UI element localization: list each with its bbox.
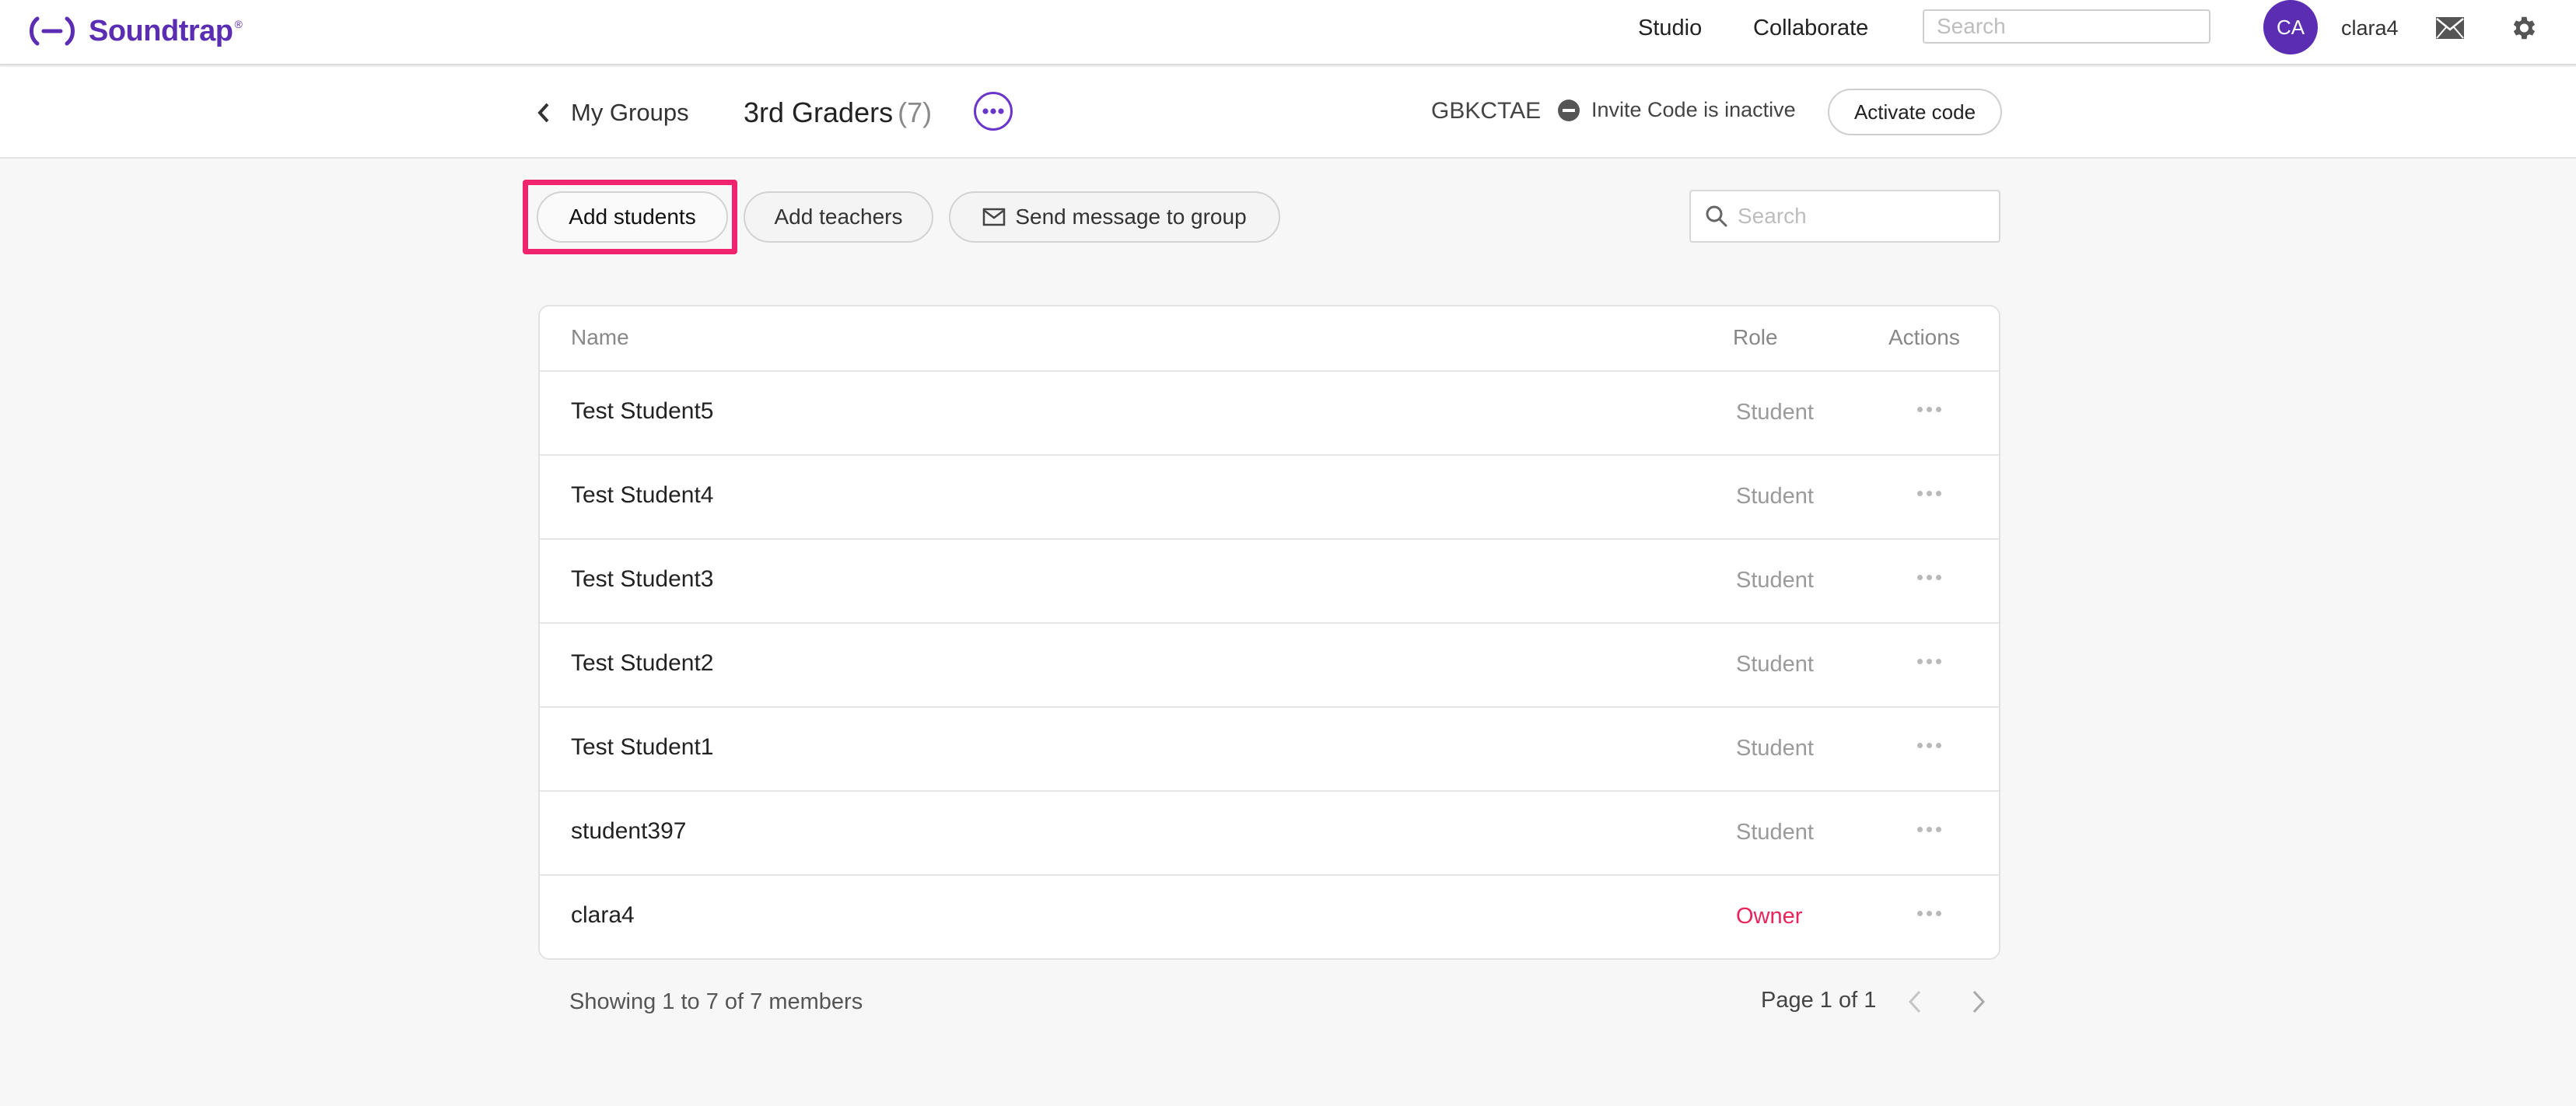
- member-role: Student: [1736, 736, 1814, 761]
- row-actions-icon[interactable]: [1912, 653, 1946, 669]
- back-label: My Groups: [571, 99, 689, 126]
- invite-status: Invite Code is inactive: [1557, 98, 1796, 122]
- logo-text: Soundtrap: [89, 14, 233, 47]
- soundtrap-logo[interactable]: Soundtrap ®: [26, 8, 243, 54]
- send-message-button[interactable]: Send message to group: [949, 191, 1280, 243]
- add-students-button[interactable]: Add students: [537, 191, 728, 243]
- inactive-icon: [1558, 99, 1580, 121]
- page-indicator: Page 1 of 1: [1761, 988, 1877, 1013]
- member-role: Student: [1736, 484, 1814, 509]
- activate-code-button[interactable]: Activate code: [1828, 89, 2002, 135]
- nav-link-collaborate[interactable]: Collaborate: [1753, 12, 1868, 44]
- column-header-actions: Actions: [1888, 325, 1960, 349]
- group-options-button[interactable]: [974, 92, 1013, 131]
- logo-mark-icon: [30, 16, 75, 46]
- global-search-input[interactable]: [1923, 9, 2210, 44]
- member-count: (7): [898, 96, 933, 128]
- top-navigation: Soundtrap ® Studio Collaborate CA clara4: [0, 0, 2576, 65]
- username-label[interactable]: clara4: [2341, 12, 2399, 44]
- table-header: Name Role Actions: [540, 306, 1999, 372]
- back-to-my-groups-link[interactable]: My Groups: [537, 95, 689, 131]
- member-search[interactable]: [1689, 190, 2000, 243]
- column-header-name: Name: [571, 325, 629, 349]
- members-table: Name Role Actions Test Student5 Student …: [538, 305, 2000, 960]
- mail-icon: [983, 208, 1006, 226]
- table-row: Test Student5 Student: [540, 372, 1999, 456]
- member-role: Student: [1736, 400, 1814, 425]
- member-search-input[interactable]: [1738, 204, 1994, 229]
- row-actions-icon[interactable]: [1912, 485, 1946, 501]
- next-page-icon[interactable]: [1963, 986, 1994, 1017]
- avatar[interactable]: CA: [2263, 0, 2318, 54]
- member-role: Student: [1736, 652, 1814, 677]
- send-message-label: Send message to group: [1015, 205, 1247, 229]
- invite-code: GBKCTAE: [1431, 98, 1542, 124]
- registered-mark: ®: [234, 18, 243, 30]
- group-header: My Groups 3rd Graders (7) GBKCTAE Invite …: [0, 67, 2576, 159]
- page-title: 3rd Graders (7): [744, 96, 932, 129]
- table-row: Test Student1 Student: [540, 708, 1999, 792]
- table-row: Test Student2 Student: [540, 624, 1999, 708]
- row-actions-icon[interactable]: [1912, 737, 1946, 753]
- column-header-role: Role: [1733, 325, 1778, 349]
- row-actions-icon[interactable]: [1912, 905, 1946, 921]
- member-role: Owner: [1736, 904, 1803, 929]
- row-actions-icon[interactable]: [1912, 569, 1946, 585]
- row-actions-icon[interactable]: [1912, 401, 1946, 417]
- member-name[interactable]: Test Student3: [571, 566, 713, 593]
- member-name[interactable]: Test Student2: [571, 650, 713, 677]
- chevron-left-icon: [537, 103, 549, 123]
- add-teachers-button[interactable]: Add teachers: [744, 191, 933, 243]
- member-role: Student: [1736, 568, 1814, 593]
- member-name[interactable]: clara4: [571, 902, 635, 929]
- table-row: clara4 Owner: [540, 876, 1999, 958]
- table-row: Test Student3 Student: [540, 540, 1999, 624]
- member-name[interactable]: student397: [571, 818, 686, 845]
- previous-page-icon[interactable]: [1899, 986, 1930, 1017]
- member-name[interactable]: Test Student5: [571, 398, 713, 425]
- member-name[interactable]: Test Student4: [571, 482, 713, 509]
- member-role: Student: [1736, 820, 1814, 845]
- row-actions-icon[interactable]: [1912, 821, 1946, 837]
- invite-status-text: Invite Code is inactive: [1591, 98, 1796, 121]
- table-row: student397 Student: [540, 792, 1999, 876]
- mail-icon[interactable]: [2433, 11, 2467, 45]
- group-name: 3rd Graders: [744, 96, 894, 128]
- showing-count: Showing 1 to 7 of 7 members: [569, 989, 863, 1014]
- table-row: Test Student4 Student: [540, 456, 1999, 540]
- member-name[interactable]: Test Student1: [571, 734, 713, 761]
- gear-icon[interactable]: [2506, 11, 2540, 45]
- more-horizontal-icon: [982, 108, 1004, 114]
- nav-link-studio[interactable]: Studio: [1638, 12, 1702, 44]
- search-icon: [1706, 205, 1727, 227]
